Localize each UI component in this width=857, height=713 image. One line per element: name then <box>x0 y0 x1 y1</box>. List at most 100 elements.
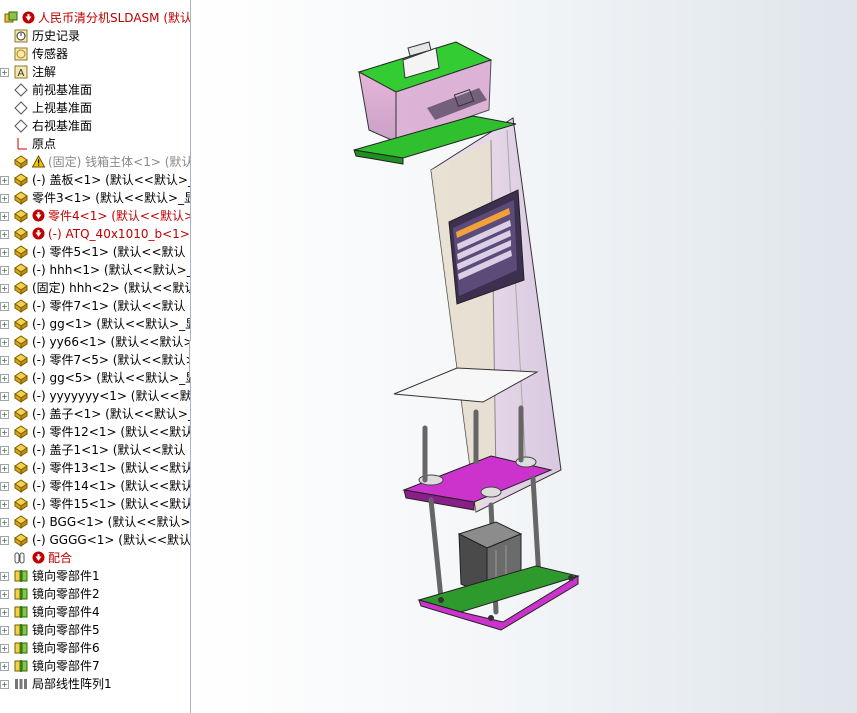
tree-item[interactable]: + 零件3<1> (默认<<默认>_显 <box>0 189 190 207</box>
expand-toggle[interactable]: + <box>0 644 9 653</box>
part-icon <box>14 515 28 529</box>
expand-toggle[interactable]: + <box>0 410 9 419</box>
tree-item-label: 上视基准面 <box>32 101 93 115</box>
expand-toggle[interactable]: + <box>0 518 9 527</box>
part-icon <box>14 335 28 349</box>
tree-item-label: (-) 零件12<1> (默认<<默认 <box>32 425 191 439</box>
tree-item-label: (-) 零件15<1> (默认<<默认 <box>32 497 191 511</box>
expand-toggle[interactable]: + <box>0 374 9 383</box>
expand-toggle[interactable]: + <box>0 302 9 311</box>
tree-item[interactable]: + 镜向零部件4 <box>0 603 190 621</box>
expand-toggle[interactable]: + <box>0 662 9 671</box>
expand-toggle[interactable]: + <box>0 356 9 365</box>
expand-toggle[interactable]: + <box>0 536 9 545</box>
tree-item[interactable]: + (-) yyyyyyy<1> (默认<<默认 <box>0 387 190 405</box>
tree-item-label: 配合 <box>48 551 73 565</box>
expand-toggle[interactable]: + <box>0 68 9 77</box>
tree-item[interactable]: + 镜向零部件2 <box>0 585 190 603</box>
part-icon <box>14 389 28 403</box>
tree-item-label: 镜向零部件5 <box>32 623 100 637</box>
tree-item[interactable]: 右视基准面 <box>0 117 190 135</box>
tree-item[interactable]: + (-) BGG<1> (默认<<默认>_ <box>0 513 190 531</box>
tree-item[interactable]: 上视基准面 <box>0 99 190 117</box>
tree-item[interactable]: + (-) GGGG<1> (默认<<默认 <box>0 531 190 549</box>
tree-item[interactable]: + (-) gg<1> (默认<<默认>_显 <box>0 315 190 333</box>
pattern-icon <box>14 677 28 691</box>
expand-toggle[interactable]: + <box>0 230 9 239</box>
mates-icon <box>14 551 28 565</box>
tree-item[interactable]: + 零件4<1> (默认<<默认> <box>0 207 190 225</box>
tree-item[interactable]: + (-) 零件7<5> (默认<<默认> <box>0 351 190 369</box>
annotation-icon: A <box>14 65 28 79</box>
tree-item[interactable]: 人民币清分机SLDASM (默认 <box>0 9 190 27</box>
expand-toggle[interactable]: + <box>0 194 9 203</box>
tree-item-label: 零件3<1> (默认<<默认>_显 <box>32 191 191 205</box>
tree-item[interactable]: (固定) 钱箱主体<1> (默认 <box>0 153 190 171</box>
tree-item[interactable]: + (-) hhh<1> (默认<<默认>_ <box>0 261 190 279</box>
expand-toggle[interactable]: + <box>0 482 9 491</box>
part-icon <box>14 443 28 457</box>
svg-text:A: A <box>18 68 25 79</box>
graphics-viewport[interactable] <box>191 0 857 713</box>
mirror-icon <box>14 641 28 655</box>
tree-item[interactable]: + (-) 零件7<1> (默认<<默认 <box>0 297 190 315</box>
expand-toggle[interactable]: + <box>0 248 9 257</box>
expand-toggle[interactable]: + <box>0 590 9 599</box>
tree-item-label: 前视基准面 <box>32 83 93 97</box>
tree-item[interactable]: + (-) 零件5<1> (默认<<默认 <box>0 243 190 261</box>
tree-item[interactable]: + 镜向零部件5 <box>0 621 190 639</box>
expand-toggle[interactable]: + <box>0 428 9 437</box>
part-icon <box>14 533 28 547</box>
tree-item[interactable]: + (-) 零件12<1> (默认<<默认 <box>0 423 190 441</box>
tree-item-label: 镜向零部件2 <box>32 587 100 601</box>
tree-item[interactable]: + A 注解 <box>0 63 190 81</box>
main-glass-panel <box>430 117 562 513</box>
expand-toggle[interactable]: + <box>0 626 9 635</box>
tree-item[interactable]: + (-) yy66<1> (默认<<默认> <box>0 333 190 351</box>
tree-item[interactable]: + 局部线性阵列1 <box>0 675 190 693</box>
tree-item[interactable]: + (-) 盖子1<1> (默认<<默认 <box>0 441 190 459</box>
tree-item[interactable]: 原点 <box>0 135 190 153</box>
part-icon <box>14 191 28 205</box>
expand-toggle[interactable]: + <box>0 572 9 581</box>
part-icon <box>14 299 28 313</box>
tree-item[interactable]: + 镜向零部件6 <box>0 639 190 657</box>
expand-toggle[interactable]: + <box>0 392 9 401</box>
tree-item[interactable]: 传感器 <box>0 45 190 63</box>
expand-toggle[interactable]: + <box>0 608 9 617</box>
tree-item[interactable]: + (-) 盖子<1> (默认<<默认>_ <box>0 405 190 423</box>
tree-item-label: 原点 <box>32 137 57 151</box>
tree-item[interactable]: + (-) ATQ_40x1010_b<1> <box>0 225 190 243</box>
tree-item-label: (-) 盖子1<1> (默认<<默认 <box>32 443 186 457</box>
tree-item[interactable]: + (-) 零件13<1> (默认<<默认 <box>0 459 190 477</box>
expand-toggle[interactable]: + <box>0 446 9 455</box>
expand-toggle[interactable]: + <box>0 284 9 293</box>
tree-item[interactable]: 历史记录 <box>0 27 190 45</box>
tree-item-label: (固定) hhh<2> (默认<<默认 <box>32 281 191 295</box>
mirror-icon <box>14 587 28 601</box>
tree-item[interactable]: + (-) 盖板<1> (默认<<默认>_ <box>0 171 190 189</box>
expand-toggle[interactable]: + <box>0 212 9 221</box>
part-icon <box>14 371 28 385</box>
expand-toggle[interactable]: + <box>0 176 9 185</box>
error-arrow-icon <box>32 551 46 565</box>
tree-item-label: (-) hhh<1> (默认<<默认>_ <box>32 263 191 277</box>
expand-toggle[interactable]: + <box>0 500 9 509</box>
expand-toggle[interactable]: + <box>0 266 9 275</box>
tree-item[interactable]: + (-) 零件15<1> (默认<<默认 <box>0 495 190 513</box>
mirror-icon <box>14 569 28 583</box>
tree-item[interactable]: + 镜向零部件7 <box>0 657 190 675</box>
expand-toggle[interactable]: + <box>0 338 9 347</box>
expand-toggle[interactable]: + <box>0 680 9 689</box>
tree-item[interactable]: 配合 <box>0 549 190 567</box>
tree-item[interactable]: + (-) 零件14<1> (默认<<默认 <box>0 477 190 495</box>
part-icon <box>14 353 28 367</box>
expand-toggle[interactable]: + <box>0 464 9 473</box>
tree-item[interactable]: 前视基准面 <box>0 81 190 99</box>
assembly-3d-model[interactable] <box>191 0 857 713</box>
tree-item[interactable]: + (-) gg<5> (默认<<默认>_显 <box>0 369 190 387</box>
tree-item[interactable]: + (固定) hhh<2> (默认<<默认 <box>0 279 190 297</box>
expand-toggle[interactable]: + <box>0 320 9 329</box>
tree-item-label: (-) 盖子<1> (默认<<默认>_ <box>32 407 191 421</box>
tree-item[interactable]: + 镜向零部件1 <box>0 567 190 585</box>
